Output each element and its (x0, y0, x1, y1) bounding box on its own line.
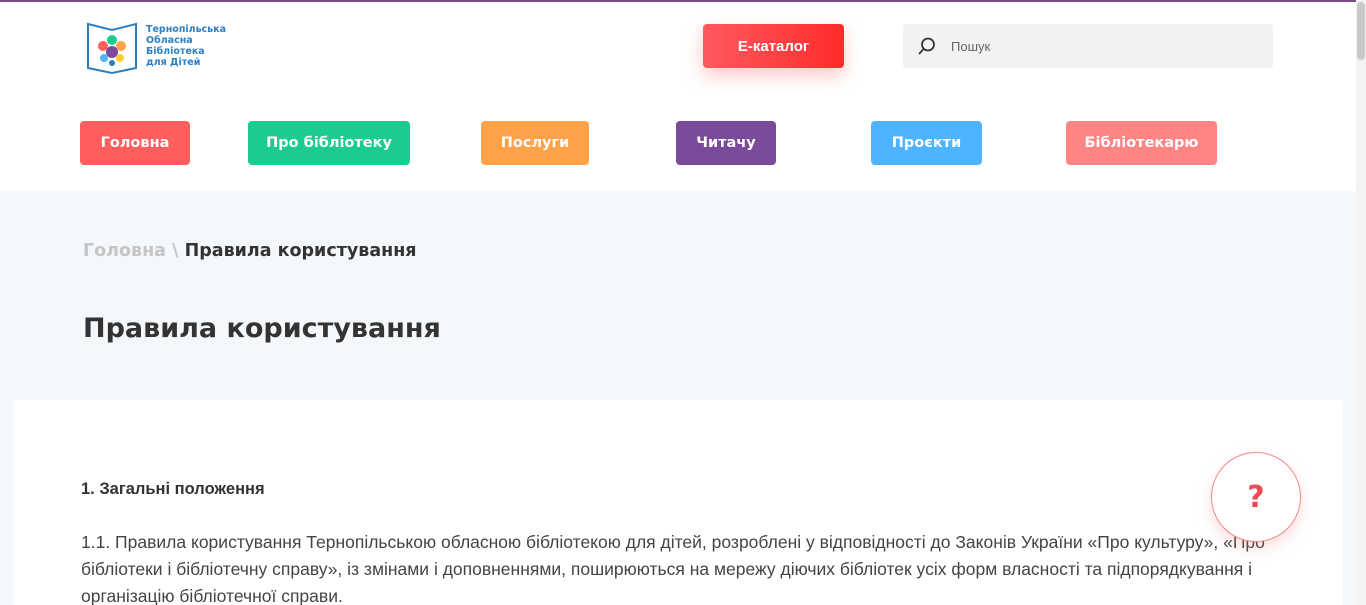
rules-paragraph: 1.1. Правила користування Тернопільською… (81, 532, 1265, 605)
help-button[interactable]: ? (1211, 452, 1301, 542)
page-title: Правила користування (83, 313, 441, 344)
breadcrumb-home-link[interactable]: Головна (83, 241, 166, 261)
breadcrumb-current: Правила користування (184, 241, 417, 261)
logo-line: Обласна (146, 35, 193, 46)
logo-text: Тернопільська Обласна Бібліотека для Діт… (146, 24, 226, 68)
section-heading: 1. Загальні положення (81, 480, 265, 498)
nav-item-librarian[interactable]: Бібліотекарю (1066, 121, 1217, 165)
logo-line: для Дітей (146, 57, 201, 68)
content-card: 1. Загальні положення 1.1. Правила корис… (13, 400, 1343, 605)
page-scrollbar[interactable] (1356, 0, 1366, 605)
search-box (903, 24, 1273, 68)
library-logo-icon (87, 22, 137, 74)
site-header: Тернопільська Обласна Бібліотека для Діт… (0, 2, 1366, 191)
nav-item-services[interactable]: Послуги (481, 121, 589, 165)
search-icon[interactable] (917, 36, 937, 56)
nav-item-about[interactable]: Про бібліотеку (248, 121, 410, 165)
main-nav: Головна Про бібліотеку Послуги Читачу Пр… (0, 121, 1366, 165)
ecatalog-button[interactable]: Е-каталог (703, 24, 844, 68)
breadcrumb-separator: \ (172, 241, 179, 261)
logo-line: Бібліотека (146, 46, 205, 57)
nav-item-projects[interactable]: Проєкти (871, 121, 982, 165)
nav-item-home[interactable]: Головна (80, 121, 190, 165)
nav-item-reader[interactable]: Читачу (676, 121, 776, 165)
search-input[interactable] (951, 38, 1241, 54)
question-icon: ? (1247, 479, 1265, 515)
breadcrumb: Головна \ Правила користування (83, 241, 417, 261)
logo-line: Тернопільська (146, 24, 227, 35)
site-logo[interactable]: Тернопільська Обласна Бібліотека для Діт… (86, 18, 226, 74)
scrollbar-thumb[interactable] (1357, 2, 1365, 60)
